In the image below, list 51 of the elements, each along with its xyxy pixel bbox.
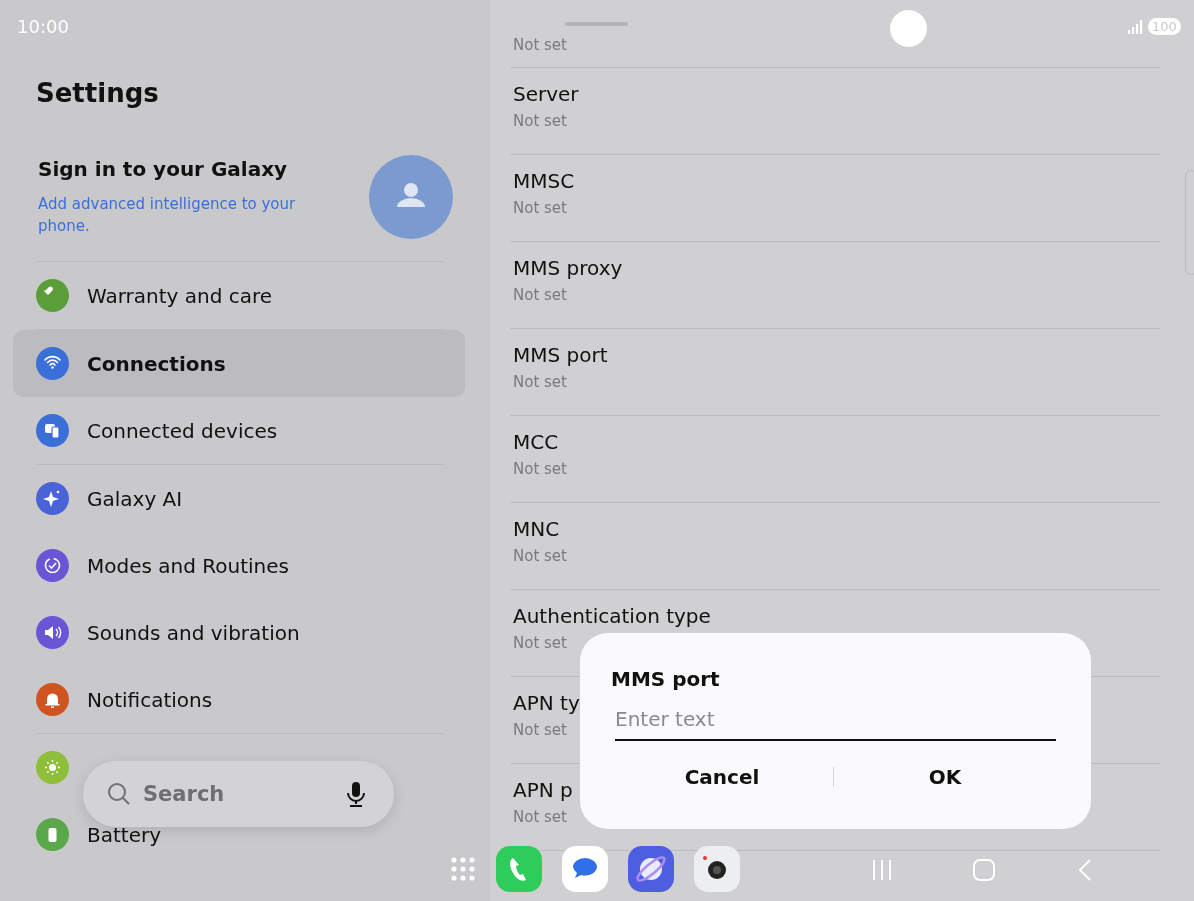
item-label[interactable]: Battery bbox=[87, 822, 162, 847]
battery-icon[interactable] bbox=[36, 818, 69, 851]
dialog-button[interactable]: OK bbox=[834, 759, 1056, 795]
item-label[interactable]: Modes and Routines bbox=[87, 553, 289, 578]
apps-icon[interactable] bbox=[450, 856, 476, 882]
field-title[interactable]: APN p bbox=[513, 778, 573, 802]
field-value: Not set bbox=[513, 547, 567, 565]
page-title: Settings bbox=[36, 78, 160, 108]
field-value: Not set bbox=[513, 112, 567, 130]
camera-icon[interactable] bbox=[694, 846, 740, 892]
item-label[interactable]: Connections bbox=[87, 351, 226, 376]
item-label[interactable]: Galaxy AI bbox=[87, 486, 183, 511]
speaker-icon[interactable] bbox=[36, 616, 69, 649]
field-title[interactable]: Server bbox=[513, 82, 579, 106]
sparkle-icon[interactable] bbox=[36, 482, 69, 515]
bell-icon[interactable] bbox=[36, 683, 69, 716]
avatar-icon[interactable] bbox=[369, 155, 453, 239]
search-icon bbox=[107, 782, 131, 806]
account-title[interactable]: Sign in to your Galaxy bbox=[38, 157, 359, 181]
item-label[interactable]: Sounds and vibration bbox=[87, 620, 300, 645]
field-value: Not set bbox=[513, 199, 567, 217]
dialog-button[interactable]: Cancel bbox=[611, 759, 833, 795]
devices-icon[interactable] bbox=[36, 414, 69, 447]
item-label[interactable]: Warranty and care bbox=[87, 283, 273, 308]
signal-icon bbox=[1127, 19, 1143, 35]
chat-icon[interactable] bbox=[562, 846, 608, 892]
field-value: Not set bbox=[513, 460, 567, 478]
field-title[interactable]: Authentication type bbox=[513, 604, 711, 628]
microphone-icon[interactable] bbox=[346, 781, 366, 807]
search-field[interactable]: Search bbox=[141, 781, 336, 807]
field-value: Not set bbox=[513, 634, 567, 652]
sun-icon[interactable] bbox=[36, 751, 69, 784]
field-title[interactable]: MMS port bbox=[513, 343, 608, 367]
field-title[interactable]: MNC bbox=[513, 517, 560, 541]
field-value: Not set bbox=[513, 36, 567, 54]
field-title[interactable]: APN ty bbox=[513, 691, 580, 715]
field-value: Not set bbox=[513, 286, 567, 304]
field-value: Not set bbox=[513, 808, 567, 826]
item-label[interactable]: Connected devices bbox=[87, 418, 278, 443]
planet-icon[interactable] bbox=[628, 846, 674, 892]
field-value: Not set bbox=[513, 373, 567, 391]
phone-icon[interactable] bbox=[496, 846, 542, 892]
text-field[interactable]: Enter text bbox=[615, 705, 1056, 741]
item-label[interactable]: Notifications bbox=[87, 687, 213, 712]
field-title[interactable]: MMS proxy bbox=[513, 256, 623, 280]
field-title[interactable]: MMSC bbox=[513, 169, 575, 193]
check-circle-icon[interactable] bbox=[36, 549, 69, 582]
field-title[interactable]: MCC bbox=[513, 430, 559, 454]
dialog-title: MMS port bbox=[611, 667, 721, 691]
sidebar-item[interactable]: Connections bbox=[13, 330, 465, 397]
field-value: Not set bbox=[513, 721, 567, 739]
